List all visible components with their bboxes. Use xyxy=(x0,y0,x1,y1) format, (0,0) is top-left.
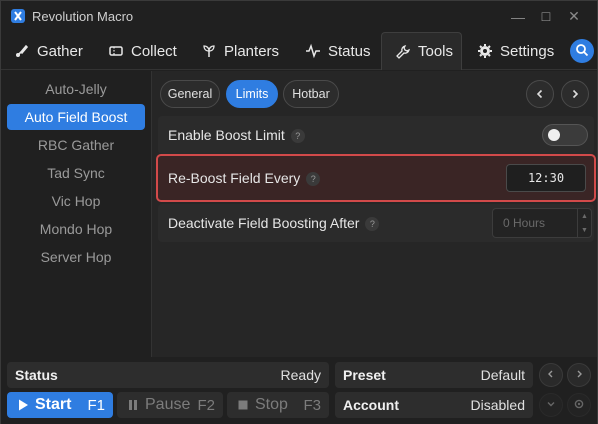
app-window: Revolution Macro — ☐ ✕ Gather Collect Pl… xyxy=(0,0,598,424)
stepper-arrows[interactable]: ▲ ▼ xyxy=(577,209,591,237)
chevron-down-icon xyxy=(547,399,555,411)
status-label: Status xyxy=(15,367,58,383)
tab-tools[interactable]: Tools xyxy=(381,32,462,70)
chevron-right-icon xyxy=(570,87,580,102)
setting-label-text: Re-Boost Field Every xyxy=(168,169,301,186)
preset-label: Preset xyxy=(343,367,386,383)
tab-label: Tools xyxy=(418,43,454,60)
deactivate-hours-stepper[interactable]: 0 Hours ▲ ▼ xyxy=(492,208,592,238)
status-box: Status Ready xyxy=(7,362,329,388)
subtab-general[interactable]: General xyxy=(160,80,220,108)
search-button[interactable] xyxy=(570,39,594,63)
start-label: Start xyxy=(35,396,72,413)
toggle-knob xyxy=(548,129,560,141)
chevron-up-icon[interactable]: ▲ xyxy=(581,213,588,220)
tab-collect[interactable]: Collect xyxy=(108,32,177,70)
setting-row-reboost-field-every: Re-Boost Field Every? 12:30 xyxy=(156,154,596,202)
tab-status[interactable]: Status xyxy=(305,32,371,70)
subtab-limits[interactable]: Limits xyxy=(226,80,278,108)
setting-label-text: Deactivate Field Boosting After xyxy=(168,214,360,231)
sidebar-item-auto-jelly[interactable]: Auto-Jelly xyxy=(7,76,145,102)
play-icon xyxy=(16,398,30,417)
preset-next-button[interactable] xyxy=(567,363,591,387)
title-bar[interactable]: Revolution Macro — ☐ ✕ xyxy=(1,1,597,32)
tools-panel: General Limits Hotbar Enable Boost Limit… xyxy=(151,71,597,357)
pause-icon xyxy=(126,398,140,417)
tab-label: Collect xyxy=(131,42,177,60)
tab-planters[interactable]: Planters xyxy=(201,32,279,70)
gear-icon xyxy=(477,43,493,59)
chevron-left-icon xyxy=(535,87,545,102)
preset-value: Default xyxy=(480,367,525,383)
stop-icon xyxy=(236,398,250,417)
enable-boost-limit-toggle[interactable] xyxy=(542,124,588,146)
brush-icon xyxy=(14,43,30,59)
stop-hotkey: F3 xyxy=(303,396,321,414)
preset-box[interactable]: Preset Default xyxy=(335,362,533,388)
sidebar-item-rbc-gather[interactable]: RBC Gather xyxy=(7,132,145,158)
prev-page-button[interactable] xyxy=(526,80,554,108)
next-page-button[interactable] xyxy=(561,80,589,108)
sidebar-item-auto-field-boost[interactable]: Auto Field Boost xyxy=(7,104,145,130)
tab-gather[interactable]: Gather xyxy=(14,32,83,70)
preset-prev-button[interactable] xyxy=(539,363,563,387)
tab-label: Planters xyxy=(224,42,280,60)
stepper-placeholder: 0 Hours xyxy=(503,216,546,230)
close-button[interactable]: ✕ xyxy=(557,1,591,32)
account-dropdown-button[interactable] xyxy=(539,393,563,417)
help-icon[interactable]: ? xyxy=(306,172,321,187)
reboost-interval-input[interactable]: 12:30 xyxy=(506,164,586,192)
tab-label: Settings xyxy=(500,42,555,60)
account-value: Disabled xyxy=(470,397,525,413)
pause-button[interactable]: Pause F2 xyxy=(117,392,223,418)
setting-label: Deactivate Field Boosting After? xyxy=(168,214,380,232)
account-box[interactable]: Account Disabled xyxy=(335,392,533,418)
ticket-icon xyxy=(108,43,124,59)
sprout-icon xyxy=(201,43,217,59)
main-tab-bar: Gather Collect Planters Status Tools Set… xyxy=(1,32,597,70)
chevron-left-icon xyxy=(547,369,555,381)
start-button[interactable]: Start F1 xyxy=(7,392,113,418)
gear-icon xyxy=(573,398,585,413)
app-logo-icon xyxy=(11,9,25,23)
start-hotkey: F1 xyxy=(87,396,105,414)
chevron-down-icon[interactable]: ▼ xyxy=(581,227,588,234)
account-label: Account xyxy=(343,397,399,413)
setting-row-deactivate-after: Deactivate Field Boosting After? 0 Hours… xyxy=(158,204,594,242)
status-value: Ready xyxy=(280,367,321,383)
setting-label: Re-Boost Field Every? xyxy=(168,169,321,187)
help-icon[interactable]: ? xyxy=(290,129,305,144)
setting-row-enable-boost-limit: Enable Boost Limit? xyxy=(158,116,594,154)
pause-hotkey: F2 xyxy=(197,396,215,414)
wrench-icon xyxy=(395,44,411,60)
sidebar: Auto-Jelly Auto Field Boost RBC Gather T… xyxy=(1,71,151,357)
activity-icon xyxy=(305,43,321,59)
tab-label: Status xyxy=(328,42,371,60)
help-icon[interactable]: ? xyxy=(365,217,380,232)
sidebar-item-tad-sync[interactable]: Tad Sync xyxy=(7,160,145,186)
stop-button[interactable]: Stop F3 xyxy=(227,392,329,418)
search-icon xyxy=(575,43,589,60)
tab-settings[interactable]: Settings xyxy=(477,32,554,70)
chevron-right-icon xyxy=(575,369,583,381)
sidebar-item-mondo-hop[interactable]: Mondo Hop xyxy=(7,216,145,242)
sidebar-item-server-hop[interactable]: Server Hop xyxy=(7,244,145,270)
pause-label: Pause xyxy=(145,396,191,413)
bottom-bar: Status Ready Preset Default Start F1 Pau… xyxy=(1,358,597,424)
account-settings-button[interactable] xyxy=(567,393,591,417)
stop-label: Stop xyxy=(255,396,288,413)
window-title: Revolution Macro xyxy=(32,9,134,24)
tab-label: Gather xyxy=(37,42,83,60)
setting-label: Enable Boost Limit? xyxy=(168,126,305,144)
setting-label-text: Enable Boost Limit xyxy=(168,126,285,143)
subtab-hotbar[interactable]: Hotbar xyxy=(283,80,339,108)
sidebar-item-vic-hop[interactable]: Vic Hop xyxy=(7,188,145,214)
